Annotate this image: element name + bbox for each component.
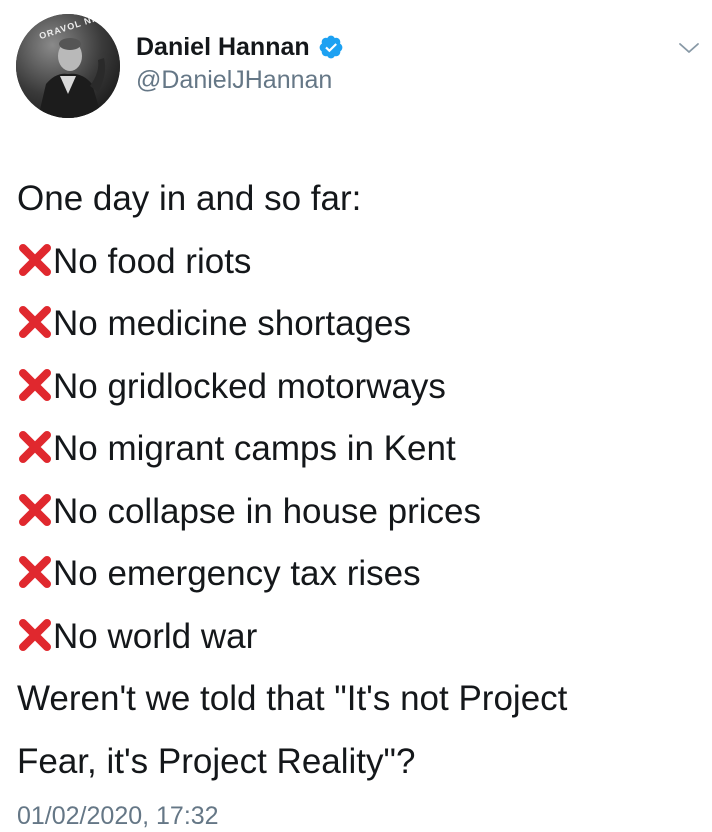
- tweet-item: No medicine shortages: [17, 293, 697, 356]
- cross-mark-icon: [17, 423, 53, 463]
- tweet-text: One day in and so far: No food riots No m…: [17, 168, 697, 793]
- tweet-item-label: No food riots: [53, 241, 252, 281]
- tweet-item: No migrant camps in Kent: [17, 418, 697, 481]
- name-row: Daniel Hannan: [136, 30, 344, 64]
- tweet-item: No emergency tax rises: [17, 543, 697, 606]
- cross-mark-icon: [17, 611, 53, 651]
- cross-mark-icon: [17, 236, 53, 276]
- handle[interactable]: @DanielJHannan: [136, 66, 344, 95]
- tweet-closing-line-1: Weren't we told that "It's not Project: [17, 679, 568, 718]
- verified-badge-icon: [318, 34, 344, 60]
- tweet-item: No gridlocked motorways: [17, 356, 697, 419]
- tweet-closing-line-2: Fear, it's Project Reality"?: [17, 741, 416, 781]
- tweet: ORAVOL NF Daniel Hannan @DanielJHannan O…: [0, 0, 712, 832]
- timestamp[interactable]: 01/02/2020, 17:32: [17, 802, 219, 831]
- chevron-down-icon[interactable]: [676, 38, 702, 58]
- tweet-item: No collapse in house prices: [17, 481, 697, 544]
- display-name[interactable]: Daniel Hannan: [136, 33, 310, 62]
- tweet-item-label: No migrant camps in Kent: [53, 429, 456, 468]
- tweet-intro: One day in and so far:: [17, 179, 362, 218]
- tweet-item-label: No emergency tax rises: [53, 554, 421, 593]
- cross-mark-icon: [17, 361, 53, 401]
- tweet-item-label: No collapse in house prices: [53, 491, 482, 531]
- author-block: Daniel Hannan @DanielJHannan: [136, 30, 344, 95]
- cross-mark-icon: [17, 548, 53, 588]
- cross-mark-icon: [17, 486, 53, 526]
- avatar[interactable]: ORAVOL NF: [16, 14, 120, 118]
- tweet-item: No world war: [17, 606, 697, 669]
- tweet-item-label: No gridlocked motorways: [53, 366, 446, 406]
- cross-mark-icon: [17, 298, 53, 338]
- tweet-item-list: No food riots No medicine shortages No gri…: [17, 231, 697, 669]
- tweet-item-label: No world war: [53, 616, 258, 656]
- tweet-item: No food riots: [17, 231, 697, 294]
- tweet-item-label: No medicine shortages: [53, 304, 411, 343]
